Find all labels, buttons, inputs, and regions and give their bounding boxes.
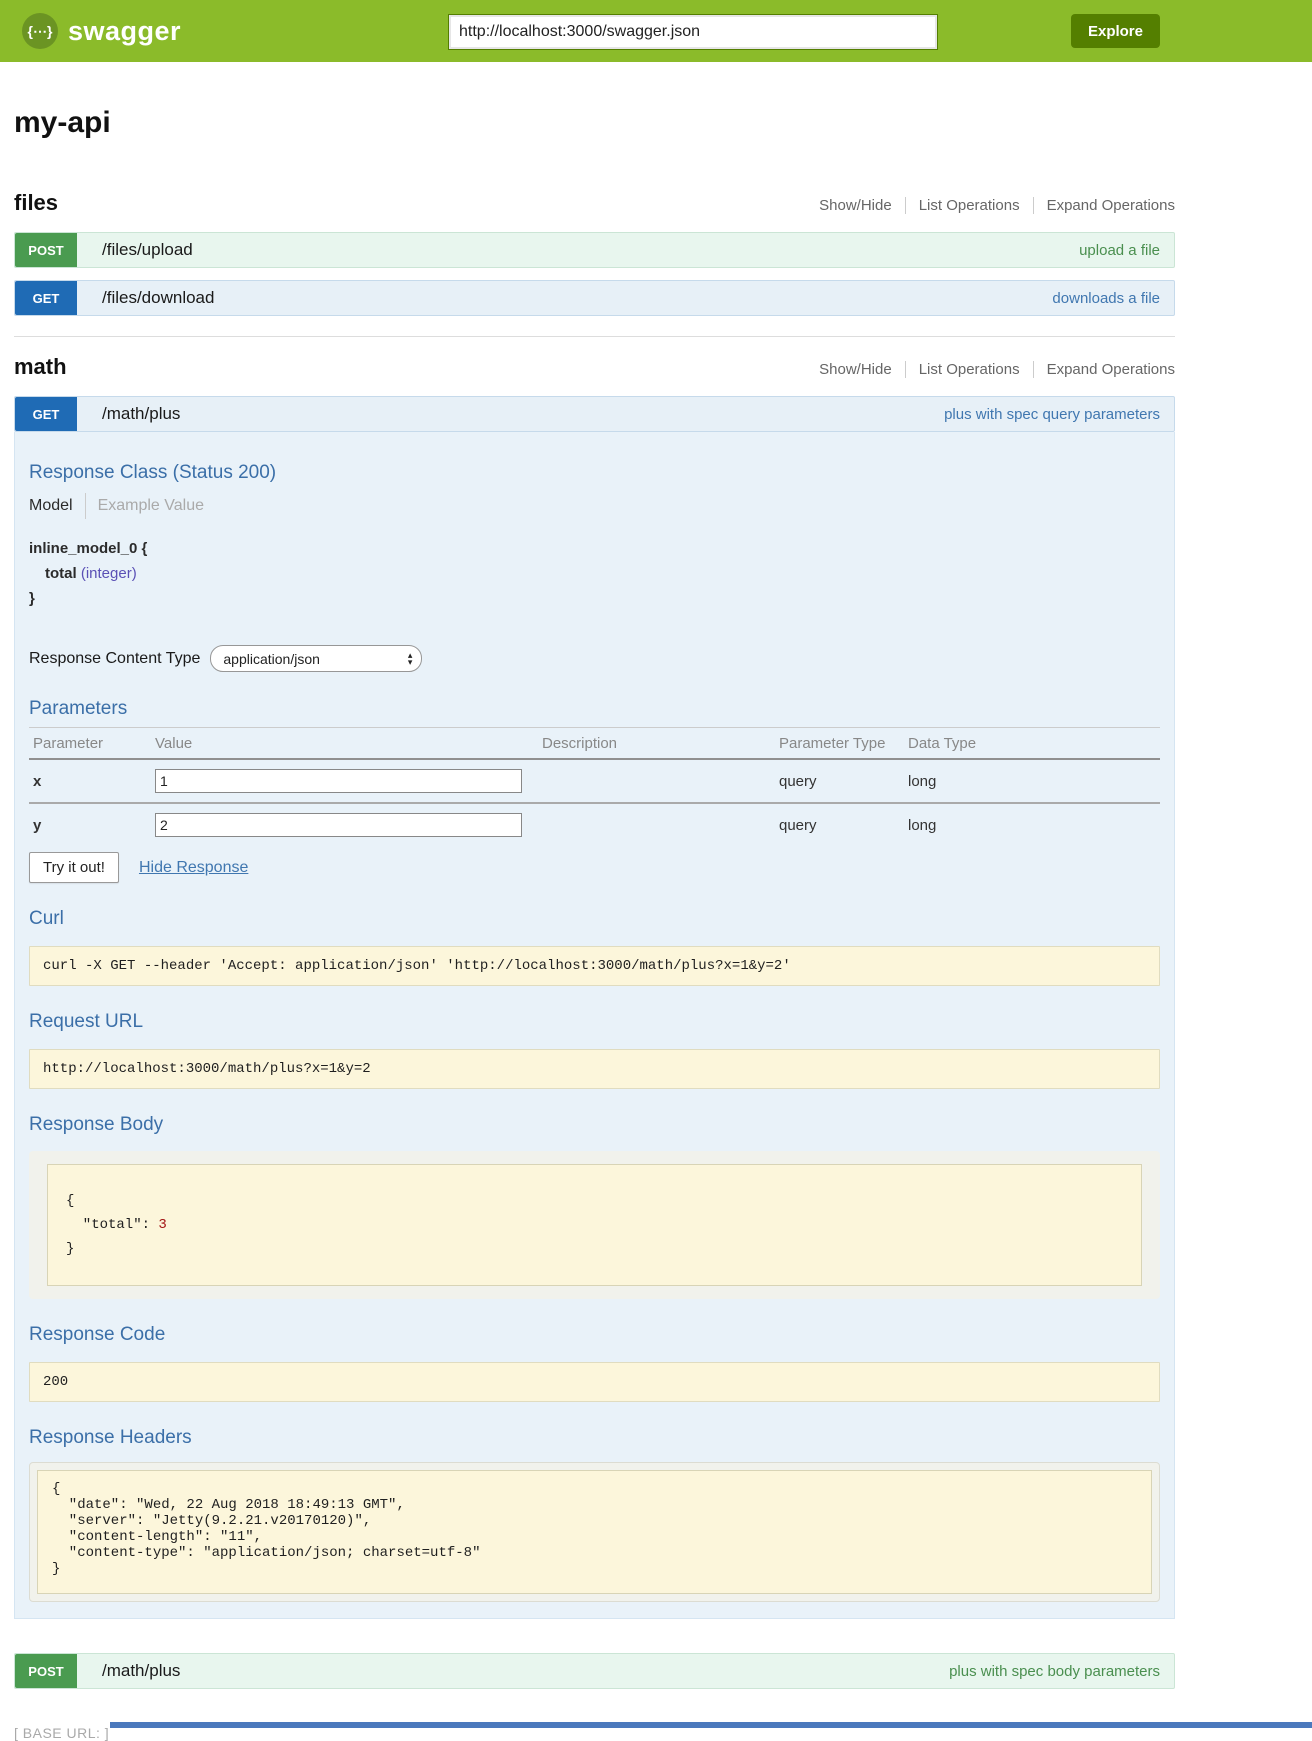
response-content-type-row: Response Content Type application/json: [29, 645, 1160, 672]
top-header: {⋯} swagger Explore: [0, 0, 1312, 62]
response-body-json: { "total": 3 }: [47, 1164, 1142, 1286]
response-class-title: Response Class (Status 200): [29, 432, 1160, 484]
col-header-parameter: Parameter: [29, 728, 151, 760]
response-headers-container: { "date": "Wed, 22 Aug 2018 18:49:13 GMT…: [29, 1462, 1160, 1602]
curl-command: curl -X GET --header 'Accept: applicatio…: [29, 946, 1160, 986]
response-headers-title: Response Headers: [29, 1427, 1160, 1449]
model-close-line: }: [29, 586, 1160, 611]
method-badge-get[interactable]: GET: [15, 281, 77, 315]
operation-summary-link[interactable]: plus with spec body parameters: [949, 1663, 1160, 1680]
operation-detail-panel: Response Class (Status 200) Model Exampl…: [14, 432, 1175, 1619]
response-content-type-label: Response Content Type: [29, 650, 200, 668]
response-body-number: 3: [158, 1217, 166, 1233]
list-operations-link[interactable]: List Operations: [905, 197, 1020, 214]
response-body-title: Response Body: [29, 1114, 1160, 1136]
files-section-header: files Show/Hide List Operations Expand O…: [14, 190, 1175, 216]
operation-row-post-math-plus[interactable]: POST /math/plus plus with spec body para…: [14, 1653, 1175, 1689]
parameter-type: query: [775, 803, 904, 846]
col-header-value: Value: [151, 728, 538, 760]
col-header-description: Description: [538, 728, 775, 760]
swagger-logo[interactable]: {⋯} swagger: [22, 13, 181, 49]
operation-path[interactable]: /math/plus: [102, 404, 180, 424]
response-body-prefix: { "total":: [66, 1193, 158, 1233]
operation-summary-link[interactable]: plus with spec query parameters: [944, 406, 1160, 423]
col-header-parameter-type: Parameter Type: [775, 728, 904, 760]
tab-separator: [85, 493, 86, 519]
hide-response-link[interactable]: Hide Response: [139, 859, 248, 877]
operation-summary-link[interactable]: upload a file: [1079, 242, 1160, 259]
files-section-title[interactable]: files: [14, 190, 58, 216]
main-content: my-api files Show/Hide List Operations E…: [14, 106, 1175, 1741]
operation-row-get-math-plus[interactable]: GET /math/plus plus with spec query para…: [14, 396, 1175, 432]
show-hide-link[interactable]: Show/Hide: [819, 361, 892, 378]
parameter-value-input-y[interactable]: [155, 813, 522, 837]
try-it-out-button[interactable]: Try it out!: [29, 852, 119, 883]
list-operations-link[interactable]: List Operations: [905, 361, 1020, 378]
response-headers-json: { "date": "Wed, 22 Aug 2018 18:49:13 GMT…: [37, 1470, 1152, 1594]
select-arrows-icon: [408, 652, 413, 666]
explore-button[interactable]: Explore: [1071, 14, 1160, 48]
response-body-container: { "total": 3 }: [29, 1151, 1160, 1299]
parameter-data-type: long: [904, 803, 1160, 846]
parameter-row-y: y query long: [29, 803, 1160, 846]
model-property-type: (integer): [81, 565, 137, 582]
response-content-type-select[interactable]: application/json: [210, 645, 422, 672]
model-tabs: Model Example Value: [29, 493, 1160, 519]
col-header-data-type: Data Type: [904, 728, 1160, 760]
response-body-suffix: }: [66, 1241, 74, 1257]
parameter-value-input-x[interactable]: [155, 769, 522, 793]
method-badge-post[interactable]: POST: [15, 1654, 77, 1688]
curl-title: Curl: [29, 908, 1160, 930]
response-code-title: Response Code: [29, 1324, 1160, 1346]
operation-row-get-files-download[interactable]: GET /files/download downloads a file: [14, 280, 1175, 316]
response-code-value: 200: [29, 1362, 1160, 1402]
operation-path[interactable]: /math/plus: [102, 1661, 180, 1681]
model-open-line: inline_model_0 {: [29, 536, 1160, 561]
math-section-links: Show/Hide List Operations Expand Operati…: [819, 361, 1175, 378]
parameter-data-type: long: [904, 759, 1160, 803]
parameters-table: Parameter Value Description Parameter Ty…: [29, 727, 1160, 846]
request-url-value: http://localhost:3000/math/plus?x=1&y=2: [29, 1049, 1160, 1089]
operation-summary-link[interactable]: downloads a file: [1052, 290, 1160, 307]
model-property: total (integer): [29, 561, 1160, 586]
expand-operations-link[interactable]: Expand Operations: [1033, 361, 1175, 378]
tab-model[interactable]: Model: [29, 497, 73, 515]
model-signature: inline_model_0 { total (integer) }: [29, 536, 1160, 611]
request-url-title: Request URL: [29, 1011, 1160, 1033]
operation-path[interactable]: /files/upload: [102, 240, 193, 260]
swagger-logo-text: swagger: [68, 16, 181, 47]
swagger-braces-icon: {⋯}: [22, 13, 58, 49]
math-section-header: math Show/Hide List Operations Expand Op…: [14, 354, 1175, 380]
model-property-name: total: [45, 565, 77, 582]
math-section-title[interactable]: math: [14, 354, 67, 380]
operation-path[interactable]: /files/download: [102, 288, 214, 308]
parameter-name: y: [29, 803, 151, 846]
expand-operations-link[interactable]: Expand Operations: [1033, 197, 1175, 214]
api-title: my-api: [14, 106, 1175, 140]
tab-example-value[interactable]: Example Value: [98, 497, 204, 515]
parameters-header-row: Parameter Value Description Parameter Ty…: [29, 728, 1160, 760]
method-badge-get[interactable]: GET: [15, 397, 77, 431]
parameter-name: x: [29, 759, 151, 803]
parameter-type: query: [775, 759, 904, 803]
show-hide-link[interactable]: Show/Hide: [819, 197, 892, 214]
parameters-title: Parameters: [29, 698, 1160, 720]
parameter-description: [538, 803, 775, 846]
operation-row-post-files-upload[interactable]: POST /files/upload upload a file: [14, 232, 1175, 268]
parameter-description: [538, 759, 775, 803]
section-divider: [14, 336, 1175, 337]
parameter-row-x: x query long: [29, 759, 1160, 803]
files-section-links: Show/Hide List Operations Expand Operati…: [819, 197, 1175, 214]
footer-info-bar: [110, 1722, 1312, 1728]
try-it-row: Try it out! Hide Response: [29, 852, 1160, 883]
method-badge-post[interactable]: POST: [15, 233, 77, 267]
spec-url-input[interactable]: [448, 14, 938, 50]
response-content-type-value: application/json: [223, 651, 320, 667]
